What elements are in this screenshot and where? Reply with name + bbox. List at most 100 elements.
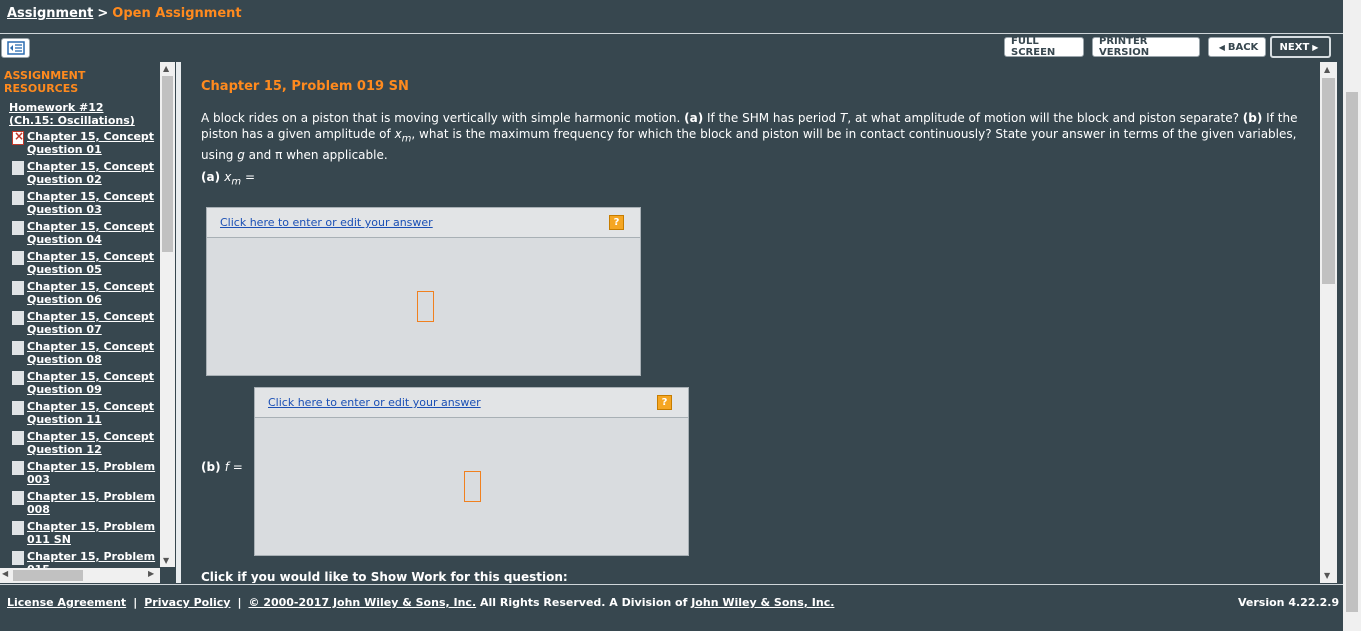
status-box-icon — [12, 371, 24, 385]
sidebar-question-item[interactable]: Chapter 15, Concept Question 02 — [12, 160, 157, 190]
problem-text-2: If the SHM has period — [703, 111, 840, 125]
part-b-equals: = — [228, 460, 243, 474]
sidebar-question-label[interactable]: Chapter 15, Concept Question 07 — [27, 310, 157, 336]
page-scroll-thumb[interactable] — [1346, 92, 1358, 612]
status-box-icon — [12, 551, 24, 565]
answer-b-edit-link[interactable]: Click here to enter or edit your answer — [268, 396, 481, 409]
part-a-subscript: m — [231, 176, 242, 188]
sidebar-question-item[interactable]: Chapter 15, Concept Question 05 — [12, 250, 157, 280]
status-box-icon — [12, 431, 24, 445]
status-box-icon — [12, 281, 24, 295]
sidebar-question-item[interactable]: Chapter 15, Concept Question 11 — [12, 400, 157, 430]
header-divider — [0, 33, 1343, 34]
sidebar-question-item[interactable]: Chapter 15, Concept Question 06 — [12, 280, 157, 310]
part-a-label: (a) xm = — [201, 170, 255, 187]
status-box-icon — [12, 191, 24, 205]
show-work-prompt: Click if you would like to Show Work for… — [201, 570, 568, 583]
sidebar-question-label[interactable]: Chapter 15, Concept Question 02 — [27, 160, 157, 186]
sidebar-question-item[interactable]: Chapter 15, Problem 011 SN — [12, 520, 157, 550]
scroll-up-icon[interactable]: ▲ — [163, 64, 169, 73]
status-box-icon — [12, 521, 24, 535]
back-button-label: BACK — [1227, 41, 1259, 53]
sidebar-question-label[interactable]: Chapter 15, Concept Question 06 — [27, 280, 157, 306]
sidebar-question-item[interactable]: Chapter 15, Concept Question 07 — [12, 310, 157, 340]
sidebar-question-label[interactable]: Chapter 15, Problem 011 SN — [27, 520, 157, 546]
sidebar-question-item[interactable]: Chapter 15, Problem 008 — [12, 490, 157, 520]
sidebar-question-item[interactable]: Chapter 15, Concept Question 01 — [12, 129, 157, 160]
back-button[interactable]: ◀ BACK — [1208, 37, 1266, 57]
page-vertical-scrollbar[interactable] — [1343, 0, 1361, 631]
privacy-policy-link[interactable]: Privacy Policy — [144, 596, 230, 609]
answer-a-input-cursor[interactable] — [417, 291, 434, 322]
next-button[interactable]: NEXT ▶ — [1270, 36, 1331, 58]
help-icon[interactable]: ? — [609, 215, 624, 230]
help-icon[interactable]: ? — [657, 395, 672, 410]
scroll-left-icon[interactable]: ◀ — [2, 569, 8, 578]
incorrect-status-icon — [12, 129, 24, 145]
sidebar-horizontal-scrollbar[interactable]: ◀ ▶ — [0, 568, 160, 583]
full-screen-button[interactable]: FULL SCREEN — [1004, 36, 1084, 58]
status-box-icon — [12, 221, 24, 235]
sidebar-question-label[interactable]: Chapter 15, Problem 003 — [27, 460, 157, 486]
sidebar-hscroll-thumb[interactable] — [13, 570, 83, 581]
scroll-up-icon[interactable]: ▲ — [1324, 65, 1330, 74]
answer-b-input-cursor[interactable] — [464, 471, 481, 502]
sidebar-question-item[interactable]: Chapter 15, Concept Question 12 — [12, 430, 157, 460]
sidebar-question-item[interactable]: Chapter 15, Problem 003 — [12, 460, 157, 490]
answer-a-editor[interactable]: Click here to enter or edit your answer … — [206, 207, 641, 376]
problem-statement: A block rides on a piston that is moving… — [201, 110, 1301, 163]
sidebar-question-label[interactable]: Chapter 15, Concept Question 12 — [27, 430, 157, 456]
status-box-icon — [12, 461, 24, 475]
sidebar-question-label[interactable]: Chapter 15, Concept Question 08 — [27, 340, 157, 366]
breadcrumb: Assignment > Open Assignment — [7, 6, 242, 21]
footer: License Agreement | Privacy Policy | © 2000-… — [7, 596, 834, 609]
sidebar-question-item[interactable]: Chapter 15, Concept Question 03 — [12, 190, 157, 220]
sidebar-question-label[interactable]: Chapter 15, Concept Question 05 — [27, 250, 157, 276]
part-a-tag: (a) — [684, 111, 704, 125]
problem-text-6: and π when applicable. — [244, 148, 388, 163]
answer-b-header: Click here to enter or edit your answer … — [255, 388, 688, 418]
collapse-sidebar-button[interactable] — [1, 38, 30, 58]
footer-divider — [0, 584, 1343, 585]
sidebar-vertical-scrollbar[interactable]: ▲ ▼ — [160, 62, 175, 567]
chevron-right-icon: ▶ — [1312, 42, 1319, 52]
status-box-icon — [12, 251, 24, 265]
sidebar-question-label[interactable]: Chapter 15, Concept Question 01 — [27, 130, 157, 156]
part-a-equals: = — [241, 170, 255, 184]
scroll-down-icon[interactable]: ▼ — [1324, 571, 1330, 580]
amplitude-subscript: m — [401, 133, 412, 145]
sidebar-question-item[interactable]: Chapter 15, Concept Question 08 — [12, 340, 157, 370]
sidebar-question-item[interactable]: Chapter 15, Concept Question 04 — [12, 220, 157, 250]
sidebar-question-item[interactable]: Chapter 15, Concept Question 09 — [12, 370, 157, 400]
content-scroll-thumb[interactable] — [1322, 78, 1335, 284]
answer-a-edit-link[interactable]: Click here to enter or edit your answer — [220, 216, 433, 229]
sidebar-question-label[interactable]: Chapter 15, Concept Question 11 — [27, 400, 157, 426]
company-link[interactable]: John Wiley & Sons, Inc. — [691, 596, 834, 609]
breadcrumb-separator: > — [97, 6, 109, 21]
scroll-down-icon[interactable]: ▼ — [163, 556, 169, 565]
question-list: Chapter 15, Concept Question 01 Chapter 1… — [12, 129, 157, 580]
answer-b-editor[interactable]: Click here to enter or edit your answer … — [254, 387, 689, 556]
printer-version-button[interactable]: PRINTER VERSION — [1092, 36, 1200, 58]
breadcrumb-assignment-link[interactable]: Assignment — [7, 6, 93, 21]
breadcrumb-current: Open Assignment — [112, 6, 242, 21]
next-button-label: NEXT — [1279, 41, 1310, 53]
footer-separator: | — [237, 596, 242, 609]
copyright-link[interactable]: © 2000-2017 John Wiley & Sons, Inc. — [248, 596, 476, 609]
content-vertical-scrollbar[interactable]: ▲ ▼ — [1320, 62, 1337, 583]
version-label: Version 4.22.2.9 — [1238, 596, 1340, 609]
problem-content: Chapter 15, Problem 019 SN A block rides… — [181, 62, 1319, 583]
resources-title: ASSIGNMENT RESOURCES — [4, 69, 86, 95]
chevron-left-icon: ◀ — [1218, 42, 1225, 52]
status-box-icon — [12, 491, 24, 505]
sidebar-question-label[interactable]: Chapter 15, Problem 008 — [27, 490, 157, 516]
answer-a-header: Click here to enter or edit your answer … — [207, 208, 640, 238]
status-box-icon — [12, 311, 24, 325]
sidebar-question-label[interactable]: Chapter 15, Concept Question 09 — [27, 370, 157, 396]
sidebar-question-label[interactable]: Chapter 15, Concept Question 04 — [27, 220, 157, 246]
license-agreement-link[interactable]: License Agreement — [7, 596, 126, 609]
scroll-right-icon[interactable]: ▶ — [148, 569, 154, 578]
sidebar-scroll-thumb[interactable] — [162, 76, 173, 252]
homework-title-link[interactable]: Homework #12 (Ch.15: Oscillations) — [9, 101, 149, 127]
sidebar-question-label[interactable]: Chapter 15, Concept Question 03 — [27, 190, 157, 216]
